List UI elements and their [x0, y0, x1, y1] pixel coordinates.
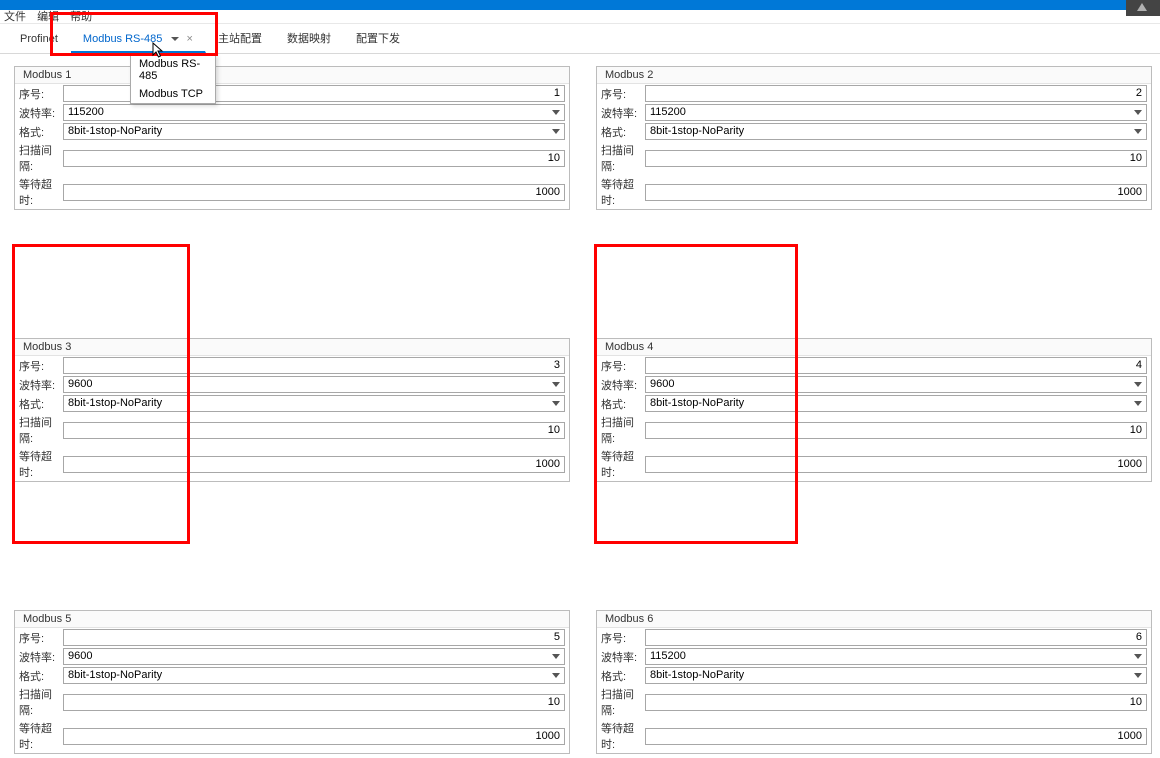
baud-label: 波特率:	[601, 649, 645, 665]
panel-modbus-2: Modbus 2 序号:2 波特率:115200 格式:8bit-1stop-N…	[596, 66, 1152, 210]
scan-input[interactable]: 10	[63, 422, 565, 439]
panel-title: Modbus 5	[15, 611, 569, 628]
tab-download[interactable]: 配置下发	[344, 24, 413, 53]
baud-label: 波特率:	[601, 105, 645, 121]
index-label: 序号:	[19, 358, 63, 374]
wait-label: 等待超时:	[601, 720, 645, 752]
format-label: 格式:	[601, 396, 645, 412]
panel-modbus-5: Modbus 5 序号:5 波特率:9600 格式:8bit-1stop-NoP…	[14, 610, 570, 754]
menu-help[interactable]: 帮助	[70, 11, 92, 23]
spacer	[14, 238, 1156, 310]
baud-label: 波特率:	[19, 377, 63, 393]
panel-modbus-4: Modbus 4 序号:4 波特率:9600 格式:8bit-1stop-NoP…	[596, 338, 1152, 482]
panel-modbus-3: Modbus 3 序号:3 波特率:9600 格式:8bit-1stop-NoP…	[14, 338, 570, 482]
baud-label: 波特率:	[19, 649, 63, 665]
scan-input[interactable]: 10	[63, 150, 565, 167]
content-area: Modbus 1 序号:1 波特率:115200 格式:8bit-1stop-N…	[0, 54, 1160, 758]
tab-dropdown: Modbus RS-485 Modbus TCP	[130, 54, 216, 104]
dropdown-item-tcp[interactable]: Modbus TCP	[131, 85, 215, 103]
scan-input[interactable]: 10	[63, 694, 565, 711]
format-combo[interactable]: 8bit-1stop-NoParity	[645, 395, 1147, 412]
index-input[interactable]: 5	[63, 629, 565, 646]
tab-modbus-485[interactable]: Modbus RS-485 ×	[71, 24, 206, 53]
index-input[interactable]: 2	[645, 85, 1147, 102]
window-button[interactable]	[1126, 0, 1160, 16]
wait-label: 等待超时:	[19, 176, 63, 208]
menu-file[interactable]: 文件	[4, 11, 26, 23]
index-input[interactable]: 6	[645, 629, 1147, 646]
menu-edit[interactable]: 编辑	[37, 11, 59, 23]
baud-label: 波特率:	[19, 105, 63, 121]
scan-label: 扫描间隔:	[601, 142, 645, 174]
panel-title: Modbus 4	[597, 339, 1151, 356]
tab-master[interactable]: 主站配置	[206, 24, 275, 53]
index-input[interactable]: 4	[645, 357, 1147, 374]
scan-label: 扫描间隔:	[601, 686, 645, 718]
tab-label: Modbus RS-485	[83, 33, 163, 45]
scan-input[interactable]: 10	[645, 422, 1147, 439]
dropdown-item-485[interactable]: Modbus RS-485	[131, 55, 215, 85]
tab-profinet[interactable]: Profinet	[8, 24, 71, 53]
wait-input[interactable]: 1000	[63, 456, 565, 473]
format-label: 格式:	[19, 668, 63, 684]
scan-input[interactable]: 10	[645, 150, 1147, 167]
format-label: 格式:	[601, 124, 645, 140]
index-label: 序号:	[601, 358, 645, 374]
wait-label: 等待超时:	[601, 448, 645, 480]
format-label: 格式:	[601, 668, 645, 684]
index-label: 序号:	[19, 630, 63, 646]
wait-label: 等待超时:	[19, 448, 63, 480]
index-label: 序号:	[601, 630, 645, 646]
menu-bar: 文件 编辑 帮助	[0, 10, 1160, 24]
format-label: 格式:	[19, 124, 63, 140]
panel-title: Modbus 1	[15, 67, 569, 84]
scan-label: 扫描间隔:	[19, 142, 63, 174]
index-label: 序号:	[601, 86, 645, 102]
format-combo[interactable]: 8bit-1stop-NoParity	[645, 667, 1147, 684]
chevron-down-icon[interactable]	[171, 37, 179, 41]
format-combo[interactable]: 8bit-1stop-NoParity	[63, 667, 565, 684]
scan-label: 扫描间隔:	[19, 686, 63, 718]
baud-combo[interactable]: 115200	[645, 648, 1147, 665]
wait-input[interactable]: 1000	[63, 184, 565, 201]
wait-input[interactable]: 1000	[645, 184, 1147, 201]
tab-mapping[interactable]: 数据映射	[275, 24, 344, 53]
scan-input[interactable]: 10	[645, 694, 1147, 711]
title-bar	[0, 0, 1160, 10]
panel-modbus-6: Modbus 6 序号:6 波特率:115200 格式:8bit-1stop-N…	[596, 610, 1152, 754]
format-combo[interactable]: 8bit-1stop-NoParity	[645, 123, 1147, 140]
scan-label: 扫描间隔:	[19, 414, 63, 446]
wait-input[interactable]: 1000	[63, 728, 565, 745]
wait-input[interactable]: 1000	[645, 728, 1147, 745]
baud-combo[interactable]: 9600	[63, 376, 565, 393]
index-label: 序号:	[19, 86, 63, 102]
baud-label: 波特率:	[601, 377, 645, 393]
baud-combo[interactable]: 9600	[645, 376, 1147, 393]
wait-label: 等待超时:	[19, 720, 63, 752]
scan-label: 扫描间隔:	[601, 414, 645, 446]
baud-combo[interactable]: 115200	[645, 104, 1147, 121]
panel-modbus-1: Modbus 1 序号:1 波特率:115200 格式:8bit-1stop-N…	[14, 66, 570, 210]
panel-title: Modbus 3	[15, 339, 569, 356]
close-icon[interactable]: ×	[187, 33, 193, 45]
panel-title: Modbus 6	[597, 611, 1151, 628]
format-combo[interactable]: 8bit-1stop-NoParity	[63, 395, 565, 412]
index-input[interactable]: 3	[63, 357, 565, 374]
tab-bar: Profinet Modbus RS-485 × 主站配置 数据映射 配置下发 …	[0, 24, 1160, 54]
baud-combo[interactable]: 9600	[63, 648, 565, 665]
baud-combo[interactable]: 115200	[63, 104, 565, 121]
wait-label: 等待超时:	[601, 176, 645, 208]
format-label: 格式:	[19, 396, 63, 412]
panel-title: Modbus 2	[597, 67, 1151, 84]
spacer	[14, 510, 1156, 582]
format-combo[interactable]: 8bit-1stop-NoParity	[63, 123, 565, 140]
wait-input[interactable]: 1000	[645, 456, 1147, 473]
